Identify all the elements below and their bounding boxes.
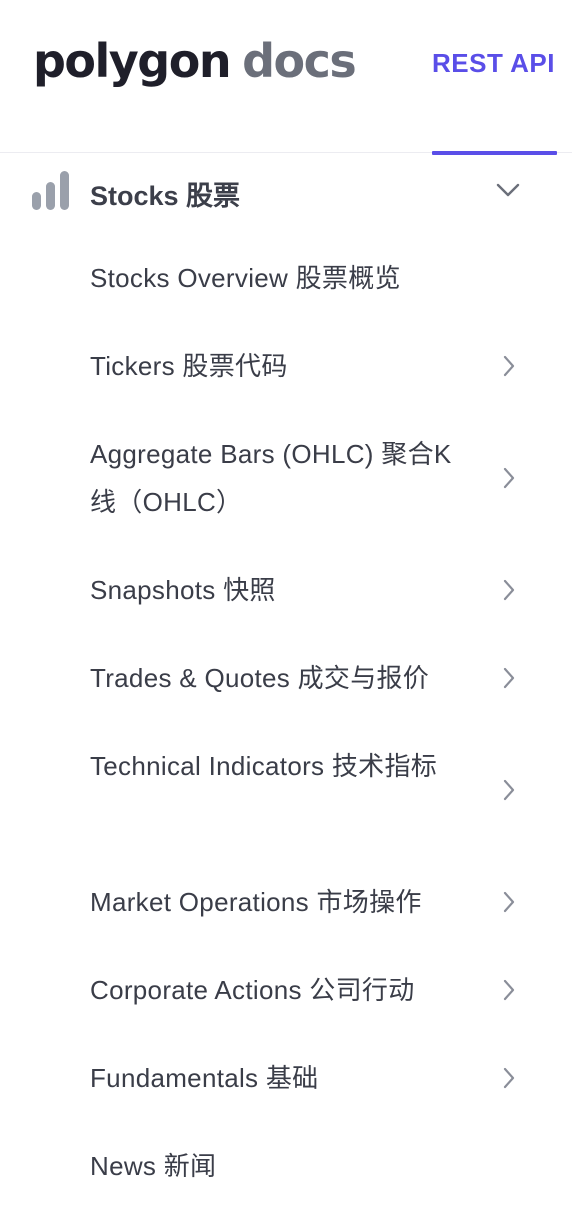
nav-item-aggregate-bars[interactable]: Aggregate Bars (OHLC) 聚合K 线（OHLC） [0, 410, 572, 546]
nav-item-label: Tickers 股票代码 [90, 351, 288, 381]
chevron-down-icon[interactable] [495, 180, 521, 200]
logo-docs-label: docs [242, 34, 357, 88]
nav-item-label: Trades & Quotes 成交与报价 [90, 663, 430, 693]
nav-item-trades-quotes[interactable]: Trades & Quotes 成交与报价 [0, 634, 572, 722]
tab-rest-api-label: REST API [432, 48, 555, 78]
chevron-right-icon [503, 1067, 515, 1089]
section-stocks-toggle[interactable]: Stocks 股票 [0, 160, 572, 222]
nav-item-corporate-actions[interactable]: Corporate Actions 公司行动 [0, 946, 572, 1034]
nav-item-label: Corporate Actions 公司行动 [90, 975, 415, 1005]
tab-rest-api[interactable]: REST API [432, 0, 557, 155]
top-header: polygon docs REST API [0, 0, 572, 155]
nav-item-stocks-overview[interactable]: Stocks Overview 股票概览 [0, 234, 572, 322]
nav-item-tickers[interactable]: Tickers 股票代码 [0, 322, 572, 410]
nav-item-market-operations[interactable]: Market Operations 市场操作 [0, 858, 572, 946]
nav-item-snapshots[interactable]: Snapshots 快照 [0, 546, 572, 634]
nav-item-technical-indicators[interactable]: Technical Indicators 技术指标 [0, 722, 572, 858]
chevron-right-icon [503, 891, 515, 913]
nav-item-label: Market Operations 市场操作 [90, 887, 422, 917]
section-title: Stocks 股票 [90, 181, 241, 211]
nav-item-news[interactable]: News 新闻 [0, 1122, 572, 1210]
nav-item-label: Technical Indicators 技术指标 [90, 751, 438, 781]
chevron-right-icon [503, 779, 515, 801]
polygon-docs-logo[interactable]: polygon docs [33, 34, 357, 104]
nav-item-label: Aggregate Bars (OHLC) 聚合K 线（OHLC） [90, 439, 452, 517]
active-tab-indicator [432, 151, 557, 155]
chevron-right-icon [503, 355, 515, 377]
logo-wordmark: polygon [33, 34, 232, 88]
chevron-right-icon [503, 579, 515, 601]
chevron-right-icon [503, 667, 515, 689]
docs-page: polygon docs REST API Stocks 股票 Stocks O… [0, 0, 572, 1226]
chevron-right-icon [503, 467, 515, 489]
nav-item-fundamentals[interactable]: Fundamentals 基础 [0, 1034, 572, 1122]
nav-item-label: Fundamentals 基础 [90, 1063, 319, 1093]
chevron-right-icon [503, 979, 515, 1001]
nav-item-label: Stocks Overview 股票概览 [90, 263, 401, 293]
bar-chart-icon [32, 171, 69, 210]
nav-item-label: News 新闻 [90, 1151, 217, 1181]
stocks-nav-list: Stocks Overview 股票概览 Tickers 股票代码 Aggreg… [0, 234, 572, 1210]
nav-item-label: Snapshots 快照 [90, 575, 276, 605]
